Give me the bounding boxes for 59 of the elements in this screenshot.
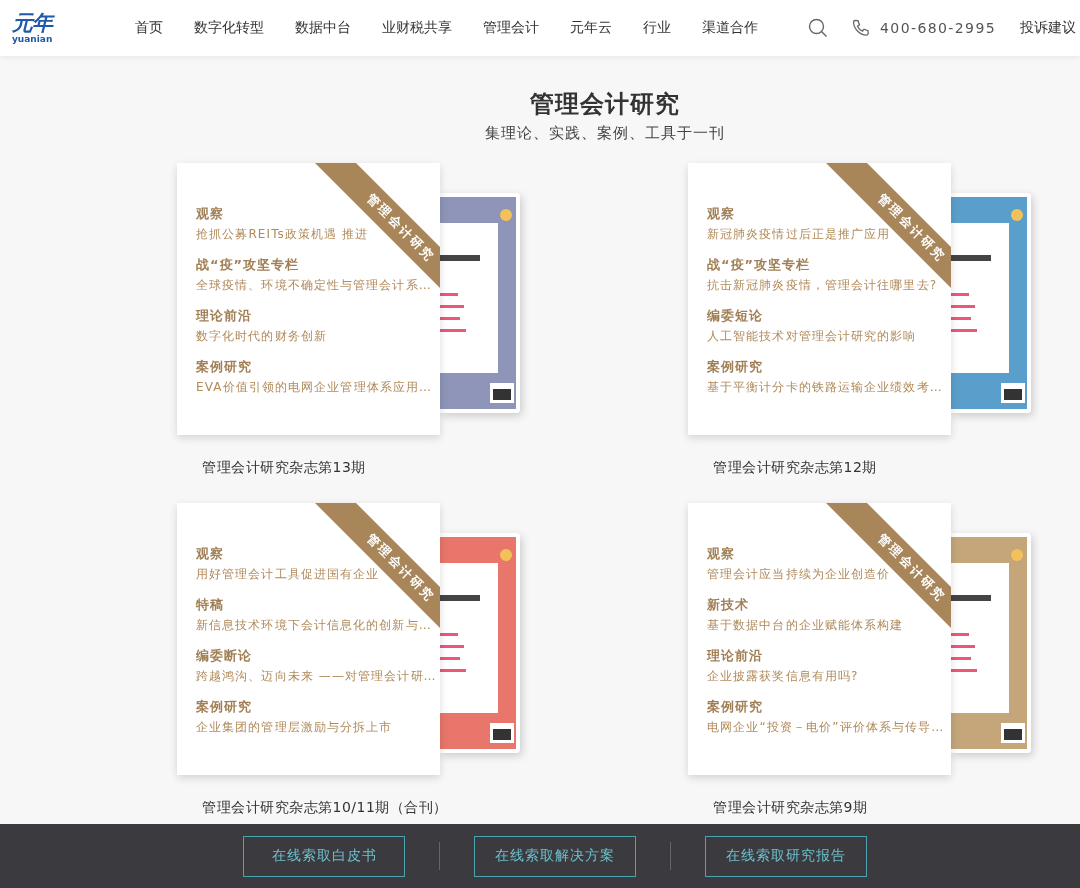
article-title[interactable]: 企业披露获奖信息有用吗? [707,668,859,685]
column-heading: 观察 [707,545,735,563]
column-heading: 战“疫”攻坚专栏 [196,256,300,274]
article-title[interactable]: 基于平衡计分卡的铁路运输企业绩效考… [707,379,943,396]
article-title[interactable]: 抗击新冠肺炎疫情，管理会计往哪里去? [707,277,938,294]
column-heading: 特稿 [196,596,224,614]
phone-icon [852,19,870,37]
nav-link[interactable]: 行业 [643,19,672,37]
issue-caption[interactable]: 管理会计研究杂志第13期 [202,459,688,477]
column-heading: 案例研究 [196,698,252,716]
article-title[interactable]: 人工智能技术对管理会计研究的影响 [707,328,917,345]
nav-link[interactable]: 数字化转型 [194,19,265,37]
column-heading: 案例研究 [707,358,763,376]
column-heading: 编委短论 [707,307,763,325]
article-card[interactable]: 观察 新冠肺炎疫情过后正是推广应用 战“疫”攻坚专栏 抗击新冠肺炎疫情，管理会计往哪里去? 编委短论 人工智能技术对管理会计研究的影响 案例研究 基于平衡计分卡的铁路运输企业绩效考… 管理会计研究 [688,163,951,435]
section-title: 管理会计研究 [530,89,680,120]
nav-link[interactable]: 管理会计 [483,19,540,37]
column-heading: 编委断论 [196,647,252,665]
column-heading: 观察 [196,205,224,223]
request-button[interactable]: 在线索取研究报告 [705,835,867,877]
column-heading: 新技术 [707,596,749,614]
logo-subtext: yuanian [12,34,53,44]
article-title[interactable]: 抢抓公募REITs政策机遇 推进 [196,226,369,243]
article-title[interactable]: 企业集团的管理层激励与分拆上市 [196,719,393,736]
column-heading: 案例研究 [196,358,252,376]
article-title[interactable]: 数字化时代的财务创新 [196,328,327,345]
logo[interactable]: 元年 [12,12,53,34]
article-title[interactable]: 跨越鸿沟、迈向未来 ——对管理会计研… [196,668,437,685]
nav-link[interactable]: 元年云 [570,19,613,37]
article-title[interactable]: 电网企业“投资－电价”评价体系与传导… [707,719,945,736]
phone-number: 400-680-2995 [880,20,996,36]
column-heading: 案例研究 [707,698,763,716]
nav-link[interactable]: 渠道合作 [702,19,759,37]
issue-caption[interactable]: 管理会计研究杂志第12期 [713,459,1031,477]
article-card[interactable]: 观察 抢抓公募REITs政策机遇 推进 战“疫”攻坚专栏 全球疫情、环境不确定性与管理会计系… 理论前沿 数字化时代的财务创新 案例研究 EVA价值引领的电网企业管理体系应用… 管理会计研究 [177,163,440,435]
article-title[interactable]: EVA价值引领的电网企业管理体系应用… [196,379,433,396]
request-button[interactable]: 在线索取白皮书 [243,835,405,877]
issue-caption[interactable]: 管理会计研究杂志第10/11期（合刊） [202,799,688,817]
article-title[interactable]: 管理会计应当持续为企业创造价 [707,566,891,583]
feedback-link[interactable]: 投诉建议 [1020,19,1076,37]
article-card[interactable]: 观察 管理会计应当持续为企业创造价 新技术 基于数据中台的企业赋能体系构建 理论前沿 企业披露获奖信息有用吗? 案例研究 电网企业“投资－电价”评价体系与传导… 管理会计研究 [688,503,951,775]
nav-link[interactable]: 数据中台 [295,19,352,37]
column-heading: 理论前沿 [196,307,252,325]
article-title[interactable]: 新信息技术环境下会计信息化的创新与… [196,617,432,634]
issue-caption[interactable]: 管理会计研究杂志第9期 [713,799,1031,817]
section-subtitle: 集理论、实践、案例、工具于一刊 [485,124,725,143]
column-heading: 理论前沿 [707,647,763,665]
article-title[interactable]: 基于数据中台的企业赋能体系构建 [707,617,904,634]
request-button[interactable]: 在线索取解决方案 [474,835,636,877]
article-title[interactable]: 全球疫情、环境不确定性与管理会计系… [196,277,432,294]
nav-link[interactable]: 首页 [135,19,164,37]
column-heading: 观察 [196,545,224,563]
article-card[interactable]: 观察 用好管理会计工具促进国有企业 特稿 新信息技术环境下会计信息化的创新与… 编委断论 跨越鸿沟、迈向未来 ——对管理会计研… 案例研究 企业集团的管理层激励与分拆上市 管理会计研究 [177,503,440,775]
article-title[interactable]: 新冠肺炎疫情过后正是推广应用 [707,226,891,243]
column-heading: 观察 [707,205,735,223]
nav-link[interactable]: 业财税共享 [382,19,453,37]
search-icon[interactable] [808,18,828,38]
article-title[interactable]: 用好管理会计工具促进国有企业 [196,566,380,583]
column-heading: 战“疫”攻坚专栏 [707,256,811,274]
